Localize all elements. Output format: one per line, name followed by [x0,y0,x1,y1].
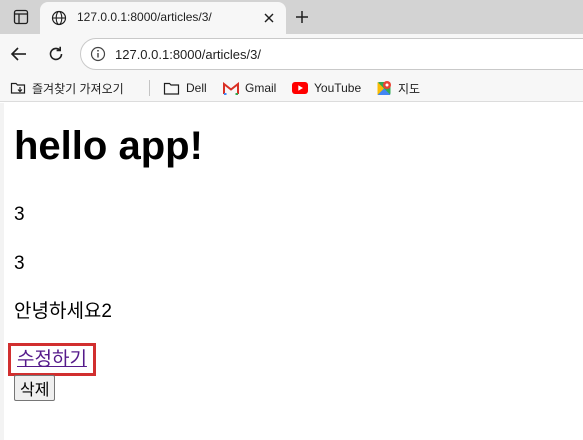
bookmark-dell[interactable]: Dell [163,79,207,97]
tab-strip: 127.0.0.1:8000/articles/3/ [0,0,583,34]
sidebar-toggle-icon [13,9,29,25]
bookmark-gmail[interactable]: Gmail [223,79,276,97]
article-title: 3 [14,253,25,274]
tab-actions-button[interactable] [10,7,32,27]
info-icon[interactable] [90,46,106,62]
maps-icon [377,81,391,95]
reload-button[interactable] [45,43,67,65]
back-button[interactable] [8,43,30,65]
edit-link[interactable]: 수정하기 [17,348,87,372]
reload-icon [49,46,63,61]
bookmark-youtube[interactable]: YouTube [292,79,361,97]
bookmark-label: Gmail [245,81,277,95]
globe-icon [51,10,67,26]
plus-icon [296,11,308,23]
article-id: 3 [14,204,25,225]
bookmark-label: 지도 [398,81,421,96]
new-tab-button[interactable] [291,6,313,28]
arrow-left-icon [10,47,26,61]
import-favorites-button[interactable]: 즐겨찾기 가져오기 [10,79,124,97]
bookmark-label: Dell [186,81,207,95]
edit-link-highlight: 수정하기 [8,343,96,376]
page-title: hello app! [14,124,203,168]
import-favorites-label: 즐겨찾기 가져오기 [32,81,124,96]
import-folder-icon [10,82,26,94]
bookmarks-divider [149,80,150,96]
tab-close-button[interactable] [261,10,277,26]
article-content: 안녕하세요2 [14,301,112,322]
delete-button[interactable]: 삭제 [14,375,56,401]
bookmarks-bar: 즐겨찾기 가져오기 Dell Gmail YouTube 지도 [0,74,583,102]
url-text[interactable]: 127.0.0.1:8000/articles/3/ [115,47,261,62]
active-tab[interactable]: 127.0.0.1:8000/articles/3/ [40,2,286,34]
bookmark-maps[interactable]: 지도 [377,79,420,97]
bookmark-label: YouTube [314,81,362,95]
folder-icon [163,82,180,95]
address-bar[interactable]: 127.0.0.1:8000/articles/3/ [80,38,583,70]
close-icon [264,13,274,23]
gmail-icon [223,81,239,95]
navigation-toolbar: 127.0.0.1:8000/articles/3/ [0,34,583,74]
tab-title: 127.0.0.1:8000/articles/3/ [77,10,212,24]
page-viewport: hello app! 3 3 안녕하세요2 수정하기 삭제 [0,103,583,440]
youtube-icon [292,82,308,94]
